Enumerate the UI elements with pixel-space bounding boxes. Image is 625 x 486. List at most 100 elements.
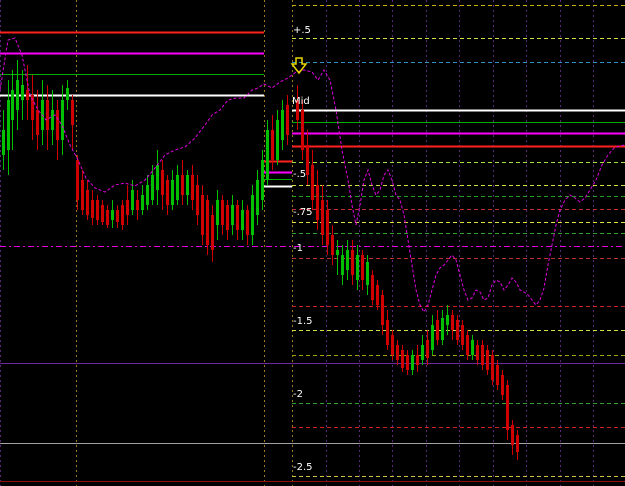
candle-body: [116, 210, 119, 222]
candle-body: [341, 255, 344, 275]
candle-body: [231, 205, 234, 225]
candle-body: [216, 200, 219, 225]
level-label-minus-0-5: -.5: [293, 169, 307, 180]
candle-body: [161, 170, 164, 195]
candle-body: [411, 355, 414, 370]
candle-body: [371, 275, 374, 300]
candle-body: [506, 385, 509, 430]
candle-body: [266, 130, 269, 180]
candle-body: [166, 180, 169, 205]
candle-body: [516, 435, 519, 452]
candle-body: [106, 210, 109, 225]
candle-body: [501, 375, 504, 395]
candle-body: [276, 120, 279, 160]
candle-body: [396, 345, 399, 360]
candle-body: [181, 175, 184, 195]
candle-body: [436, 320, 439, 340]
candle-body: [206, 200, 209, 245]
level-label-plus-0-5: +.5: [293, 25, 311, 36]
candle-body: [471, 340, 474, 355]
candle-body: [326, 210, 329, 245]
candle-body: [331, 235, 334, 255]
candle-body: [131, 190, 134, 210]
candle-body: [96, 200, 99, 220]
candle-body: [491, 355, 494, 380]
candle-body: [221, 200, 224, 225]
candle-body: [496, 365, 499, 385]
candle-body: [91, 200, 94, 218]
candle-body: [286, 105, 289, 135]
candle-body: [271, 130, 274, 160]
candle-body: [356, 255, 359, 280]
candle-body: [101, 205, 104, 222]
candle-body: [441, 318, 444, 340]
candle-body: [226, 205, 229, 230]
candle-body: [376, 285, 379, 305]
candle-body: [466, 335, 469, 355]
candle-body: [451, 315, 454, 330]
level-label-minus-2: -2: [293, 389, 303, 400]
candle-body: [366, 262, 369, 285]
candle-body: [486, 350, 489, 370]
candle-body: [171, 180, 174, 205]
candle-body: [176, 175, 179, 200]
candle-body: [336, 250, 339, 255]
candle-body: [36, 110, 39, 135]
candle-body: [281, 110, 284, 140]
candle-body: [71, 100, 74, 125]
level-label-minus-1: -1: [293, 243, 303, 254]
level-label-minus-2-5: -2.5: [293, 462, 313, 473]
candle-body: [56, 110, 59, 140]
candle-body: [196, 185, 199, 215]
candle-body: [426, 340, 429, 358]
candle-body: [236, 205, 239, 230]
level-label-minus-1-5: -1.5: [293, 316, 313, 327]
candle-body: [401, 350, 404, 368]
candle-body: [46, 100, 49, 130]
candle-body: [86, 190, 89, 215]
candle-body: [316, 185, 319, 220]
candle-body: [21, 85, 24, 100]
candle-body: [306, 145, 309, 175]
candle-body: [511, 425, 514, 445]
candle-body: [66, 88, 69, 100]
candle-body: [431, 325, 434, 350]
trading-chart[interactable]: +.5 Mid -.5 -.75 -1 -1.5 -2 -2.5: [0, 0, 625, 486]
candle-body: [76, 160, 79, 200]
candle-body: [136, 200, 139, 210]
candle-body: [61, 100, 64, 140]
candle-body: [461, 325, 464, 345]
candle-body: [481, 345, 484, 365]
candle-body: [256, 180, 259, 215]
candle-body: [476, 345, 479, 360]
candle-body: [141, 195, 144, 210]
candle-body: [111, 210, 114, 220]
candle-body: [16, 80, 19, 110]
candle-body: [361, 255, 364, 280]
candle-body: [146, 185, 149, 205]
candle-body: [81, 180, 84, 210]
candle-body: [421, 345, 424, 360]
price-chart-canvas[interactable]: [0, 0, 625, 486]
candle-body: [311, 165, 314, 200]
candle-body: [191, 175, 194, 200]
candle-body: [156, 165, 159, 190]
candle-body: [11, 90, 14, 120]
candle-body: [321, 200, 324, 235]
candle-body: [446, 315, 449, 325]
candle-body: [246, 210, 249, 235]
level-label-minus-0-75: -.75: [293, 207, 313, 218]
candle-body: [351, 250, 354, 275]
candle-body: [126, 200, 129, 215]
candle-body: [51, 110, 54, 130]
candle-body: [251, 195, 254, 235]
candle-body: [26, 90, 29, 100]
candle-body: [211, 215, 214, 250]
candle-body: [456, 320, 459, 340]
candle-body: [391, 335, 394, 355]
candle-body: [186, 175, 189, 195]
candle-body: [416, 355, 419, 365]
candle-body: [406, 355, 409, 370]
candle-body: [121, 205, 124, 225]
candle-body: [151, 175, 154, 200]
